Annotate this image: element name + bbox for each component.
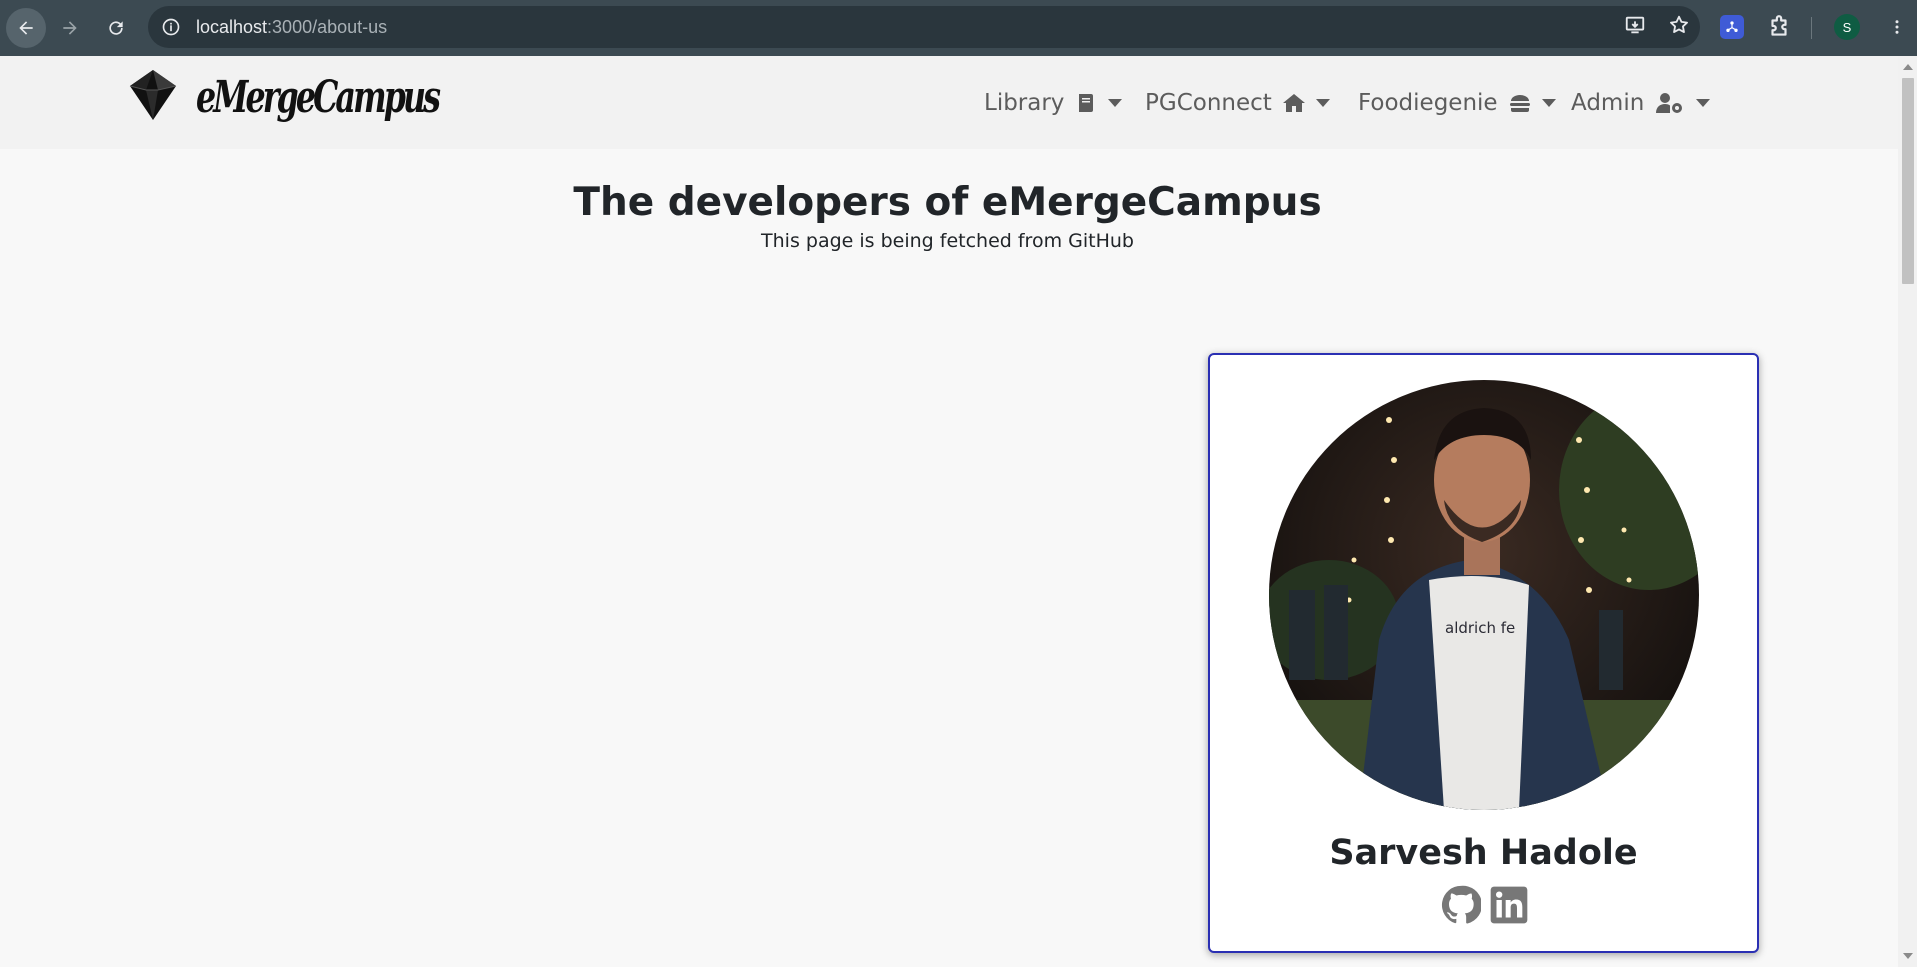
nav-dropdown-pgconnect[interactable]: PGConnect — [1145, 82, 1330, 124]
reload-icon — [109, 21, 123, 35]
bookmark-star-icon[interactable] — [1668, 14, 1690, 40]
brand-name: eMergeCampus — [196, 71, 441, 123]
more-menu-icon[interactable] — [1888, 14, 1906, 44]
developer-card: aldrich fe Sarvesh Hadole — [1208, 353, 1759, 953]
page-scrollbar[interactable] — [1898, 56, 1917, 967]
diamond-logo-icon — [128, 68, 178, 126]
book-icon — [1079, 94, 1094, 112]
brand-link[interactable]: eMergeCampus — [128, 68, 532, 126]
user-gear-icon — [1656, 93, 1683, 113]
page-subtitle: This page is being fetched from GitHub — [761, 230, 1134, 252]
home-icon — [1282, 94, 1305, 112]
reload-button[interactable] — [96, 8, 136, 48]
page-title: The developers of eMergeCampus — [573, 180, 1322, 225]
linkedin-icon[interactable] — [1489, 885, 1529, 925]
chevron-down-icon — [1541, 99, 1556, 107]
scrollbar-thumb[interactable] — [1902, 78, 1914, 284]
page-content: eMergeCampus Library PGConnect Foodiegen… — [0, 56, 1898, 967]
url-host: localhost — [196, 16, 268, 37]
site-info-icon[interactable] — [160, 16, 182, 38]
url-path: :3000/about-us — [267, 16, 388, 37]
nav-label-pgconnect: PGConnect — [1145, 90, 1272, 116]
nav-label-library: Library — [984, 90, 1065, 116]
nav-dropdown-foodiegenie[interactable]: Foodiegenie — [1358, 82, 1556, 124]
back-button[interactable] — [6, 8, 46, 48]
shirt-print-text: aldrich fe — [1445, 619, 1515, 637]
extensions-puzzle-icon[interactable] — [1766, 14, 1792, 44]
nav-dropdown-library[interactable]: Library — [984, 82, 1123, 124]
nav-dropdown-admin[interactable]: Admin — [1571, 82, 1711, 124]
url-text: localhost:3000/about-us — [196, 17, 387, 38]
scroll-up-arrow-icon[interactable] — [1903, 64, 1913, 70]
chevron-down-icon — [1108, 99, 1123, 107]
arrow-right-icon — [63, 21, 77, 35]
burger-icon — [1509, 95, 1530, 112]
developer-social-links — [1441, 885, 1529, 925]
forward-button[interactable] — [50, 8, 90, 48]
nav-label-foodiegenie: Foodiegenie — [1358, 90, 1498, 116]
profile-avatar[interactable]: S — [1834, 14, 1860, 40]
chevron-down-icon — [1696, 99, 1711, 107]
nav-label-admin: Admin — [1571, 90, 1645, 116]
site-navbar: eMergeCampus Library PGConnect Foodiegen… — [0, 56, 1898, 149]
scroll-down-arrow-icon[interactable] — [1903, 953, 1913, 959]
extension-icon[interactable] — [1720, 15, 1744, 39]
arrow-left-icon — [19, 21, 33, 35]
browser-toolbar: localhost:3000/about-us S — [0, 0, 1917, 56]
developer-photo: aldrich fe — [1269, 380, 1699, 810]
toolbar-separator — [1811, 17, 1812, 39]
address-bar[interactable]: localhost:3000/about-us — [148, 6, 1700, 48]
developer-name: Sarvesh Hadole — [1329, 833, 1638, 873]
github-icon[interactable] — [1441, 885, 1481, 925]
chevron-down-icon — [1315, 99, 1330, 107]
install-app-icon[interactable] — [1624, 14, 1646, 40]
